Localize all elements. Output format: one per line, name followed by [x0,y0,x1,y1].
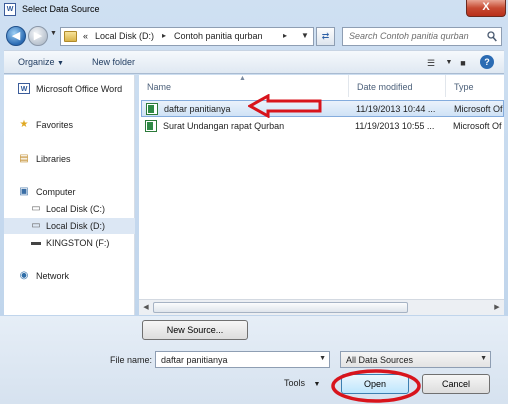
file-name: daftar panitianya [164,104,231,114]
network-icon: ◉ [19,270,29,281]
horizontal-scrollbar[interactable]: ◀ ▶ [139,299,504,315]
sidebar-item-kingston-f[interactable]: ▬ KINGSTON (F:) [4,235,135,251]
preview-pane-icon[interactable]: ■ [454,55,472,71]
cancel-button[interactable]: Cancel [422,374,490,394]
search-box[interactable]: Search Contoh panitia qurban [342,27,502,46]
view-options-icon[interactable]: ☰ [422,55,440,71]
sidebar-item-local-disk-d[interactable]: ▭ Local Disk (D:) [4,218,135,234]
recent-pages-dropdown[interactable]: ▼ [50,30,57,37]
breadcrumb-local-disk-d[interactable]: Local Disk (D:) [95,31,154,41]
chevron-down-icon[interactable]: ▼ [319,355,326,362]
address-bar[interactable]: « Local Disk (D:) ▸ Contoh panitia qurba… [60,27,314,46]
sidebar-item-network[interactable]: ◉ Network [4,268,135,284]
forward-button[interactable]: ▶ [28,26,48,46]
folder-icon [64,31,77,42]
tools-menu[interactable]: Tools ▼ [284,378,320,388]
file-row-surat-undangan-rapat-qurban[interactable]: Surat Undangan rapat Qurban 11/19/2013 1… [141,118,504,135]
word-app-icon: W [4,3,16,16]
sidebar-item-libraries[interactable]: ▤ Libraries [4,151,135,167]
word-icon: W [18,83,30,94]
close-button[interactable]: X [466,0,506,17]
drive-icon: ▭ [31,203,41,214]
search-icon [487,31,497,42]
title-bar: W Select Data Source X [0,0,508,20]
scroll-left-icon[interactable]: ◀ [139,300,153,315]
file-row-daftar-panitianya[interactable]: daftar panitianya 11/19/2013 10:44 ... M… [141,100,504,117]
address-overflow[interactable]: « [83,31,88,41]
red-circle-annotation [331,369,421,403]
breadcrumb-contoh-panitia-qurban[interactable]: Contoh panitia qurban [174,31,263,41]
help-icon[interactable]: ? [480,55,494,69]
sidebar-item-favorites[interactable]: ★ Favorites [4,117,135,133]
window-title: Select Data Source [22,4,100,14]
file-name: Surat Undangan rapat Qurban [163,121,285,131]
sort-arrow-icon: ▲ [239,75,246,82]
excel-file-icon [146,103,158,115]
excel-file-icon [145,120,157,132]
column-header-type[interactable]: Type [446,75,504,97]
chevron-down-icon[interactable]: ▼ [480,355,487,362]
sidebar-item-local-disk-c[interactable]: ▭ Local Disk (C:) [4,201,135,217]
breadcrumb-chevron-icon[interactable]: ▸ [283,31,287,40]
computer-icon: ▣ [19,186,29,197]
file-date: 11/19/2013 10:44 ... [356,104,436,114]
file-date: 11/19/2013 10:55 ... [355,121,435,131]
file-type: Microsoft Of [453,121,502,131]
address-history-dropdown[interactable]: ▼ [301,31,309,40]
sidebar-item-microsoft-office-word[interactable]: W Microsoft Office Word [4,81,135,97]
address-row: ◀ ▶ ▼ « Local Disk (D:) ▸ Contoh panitia… [0,22,508,50]
dialog-footer: New Source... File name: daftar panitian… [0,316,508,404]
breadcrumb-chevron-icon[interactable]: ▸ [162,31,166,40]
drive-icon: ▭ [31,220,41,231]
red-arrow-annotation [248,94,322,118]
back-button[interactable]: ◀ [6,26,26,46]
file-name-field[interactable]: daftar panitianya ▼ [155,351,330,368]
scroll-right-icon[interactable]: ▶ [490,300,504,315]
star-icon: ★ [19,119,29,130]
organize-menu[interactable]: Organize ▼ [18,57,64,67]
usb-drive-icon: ▬ [31,237,41,248]
command-toolbar: Organize ▼ New folder ☰ ▼ ■ ? [4,50,504,74]
column-header-date-modified[interactable]: Date modified [349,75,446,97]
file-type-filter[interactable]: All Data Sources ▼ [340,351,491,368]
libraries-icon: ▤ [19,153,29,164]
navigation-pane: W Microsoft Office Word ★ Favorites ▤ Li… [4,75,135,315]
scrollbar-thumb[interactable] [153,302,408,313]
new-folder-button[interactable]: New folder [92,57,135,67]
search-input[interactable]: Search Contoh panitia qurban [349,31,469,41]
file-name-label: File name: [110,355,153,365]
new-source-button[interactable]: New Source... [142,320,248,340]
file-type: Microsoft Of [454,104,503,114]
select-data-source-dialog: W Select Data Source X ◀ ▶ ▼ « Local Dis… [0,0,508,404]
sidebar-item-computer[interactable]: ▣ Computer [4,184,135,200]
refresh-button[interactable]: ⇄ [316,27,335,46]
